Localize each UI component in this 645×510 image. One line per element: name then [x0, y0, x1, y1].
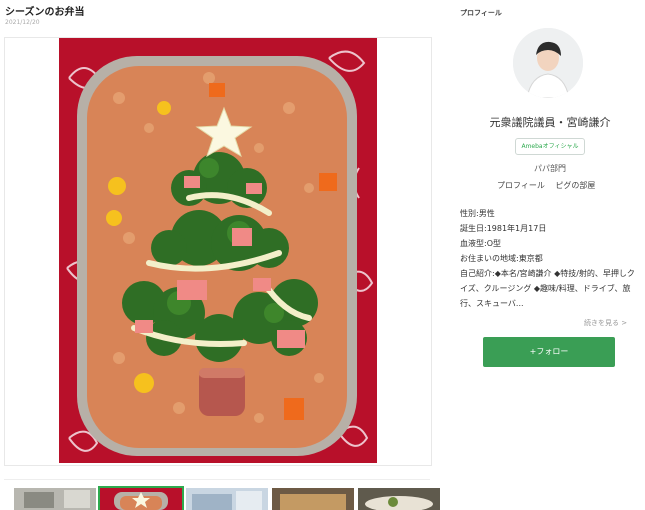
follow-button[interactable]: +フォロー — [483, 337, 615, 367]
info-region: お住まいの地域:東京都 — [460, 254, 543, 263]
photo-frame — [4, 37, 432, 466]
info-gender: 性別:男性 — [460, 209, 495, 218]
profile-link[interactable]: プロフィール — [497, 181, 545, 190]
thumbnail-5[interactable] — [358, 488, 440, 510]
thumbnail-3[interactable] — [186, 488, 268, 510]
thumbnail-1[interactable] — [14, 488, 96, 510]
post-date: 2021/12/20 — [5, 19, 40, 26]
profile-section-label: プロフィール — [460, 9, 502, 17]
official-badge: Amebaオフィシャル — [515, 138, 585, 155]
info-blood-type: 血液型:O型 — [460, 239, 501, 248]
thumbnail-strip — [4, 479, 440, 510]
thumbnail-4[interactable] — [272, 488, 354, 510]
bento-photo[interactable] — [59, 38, 377, 463]
thumbnail-2[interactable] — [98, 486, 184, 510]
profile-info: 性別:男性 誕生日:1981年1月17日 血液型:O型 お住まいの地域:東京都 … — [460, 206, 640, 311]
info-birthday: 誕生日:1981年1月17日 — [460, 224, 547, 233]
pigg-room-link[interactable]: ピグの部屋 — [555, 181, 595, 190]
papa-category[interactable]: パパ部門 — [440, 163, 645, 174]
avatar[interactable] — [513, 28, 583, 98]
read-more-link[interactable]: 続きを見る > — [584, 318, 627, 328]
profile-name[interactable]: 元衆議院議員・宮崎謙介 — [440, 114, 645, 130]
info-self-intro: 自己紹介:◆本名/宮崎謙介 ◆特技/射的、早押しクイズ、クルージング ◆趣味/料… — [460, 269, 635, 308]
post-title: シーズンのお弁当 — [5, 7, 85, 18]
profile-links: プロフィール ピグの部屋 — [497, 180, 603, 191]
